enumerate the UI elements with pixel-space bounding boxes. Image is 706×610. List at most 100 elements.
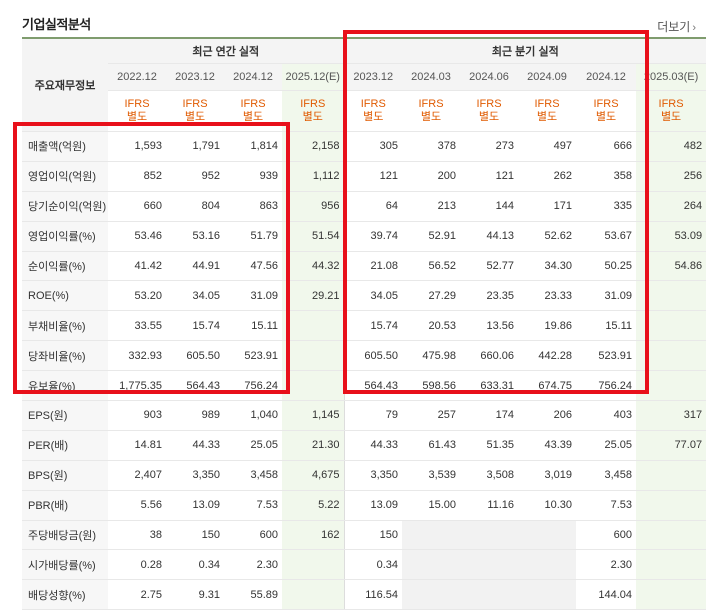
table-cell: 51.79 xyxy=(224,221,282,252)
table-cell: 77.07 xyxy=(636,430,706,461)
table-cell: 5.22 xyxy=(282,490,345,521)
table-row: 당좌비율(%) 332.93 605.50 523.91 605.50 475.98 660… xyxy=(22,340,706,372)
table-cell: 317 xyxy=(636,400,706,431)
table-cell: 3,350 xyxy=(166,460,224,491)
table-cell: 863 xyxy=(224,191,282,222)
row-label: 시가배당률(%) xyxy=(22,549,108,581)
table-cell: 3,019 xyxy=(518,460,577,491)
table-cell: 34.05 xyxy=(343,280,403,312)
table-cell: 39.74 xyxy=(343,221,403,252)
table-cell: 206 xyxy=(518,400,577,431)
table-cell xyxy=(460,520,519,551)
table-cell: 61.43 xyxy=(402,430,461,461)
row-label: 영업이익률(%) xyxy=(22,221,108,252)
table-cell: 44.13 xyxy=(460,221,519,252)
table-cell: 0.34 xyxy=(343,549,403,581)
basis-label: 별도 xyxy=(242,111,264,123)
table-cell: 79 xyxy=(343,400,403,431)
basis-label: 별도 xyxy=(302,111,323,123)
ifrs-basis-header: IFRS 별도 xyxy=(636,90,706,132)
table-cell: 3,350 xyxy=(343,460,403,491)
table-cell: 1,775.35 xyxy=(108,370,166,402)
table-cell: 20.53 xyxy=(402,310,461,342)
table-cell: 53.46 xyxy=(108,221,166,252)
table-cell: 53.16 xyxy=(166,221,224,252)
table-cell: 53.67 xyxy=(576,221,637,252)
table-cell: 11.16 xyxy=(460,490,519,521)
row-label: 배당성향(%) xyxy=(22,579,108,610)
row-label: 영업이익(억원) xyxy=(22,161,108,192)
ifrs-basis-header: IFRS 별도 xyxy=(518,90,577,132)
row-label: BPS(원) xyxy=(22,460,108,491)
table-cell: 989 xyxy=(166,400,224,431)
row-label: PER(배) xyxy=(22,430,108,461)
table-cell: 19.86 xyxy=(518,310,577,342)
table-cell: 403 xyxy=(576,400,637,431)
table-cell: 600 xyxy=(576,520,637,551)
basis-label: 별도 xyxy=(660,111,682,123)
table-cell: 256 xyxy=(636,161,706,192)
table-cell: 660 xyxy=(108,191,166,222)
ifrs-basis-header: IFRS 별도 xyxy=(166,90,224,132)
ifrs-label: IFRS xyxy=(182,98,208,110)
table-cell: 1,040 xyxy=(224,400,282,431)
table-cell xyxy=(402,549,461,581)
table-cell: 3,508 xyxy=(460,460,519,491)
ifrs-basis-header: IFRS 별도 xyxy=(576,90,637,132)
table-cell: 121 xyxy=(460,161,519,192)
table-cell: 332.93 xyxy=(108,340,166,372)
table-row: 주당배당금(원) 38 150 600 162 150 600 xyxy=(22,520,706,551)
table-cell: 53.09 xyxy=(636,221,706,252)
ifrs-basis-header: IFRS 별도 xyxy=(402,90,461,132)
table-cell: 15.74 xyxy=(166,310,224,342)
table-cell: 13.09 xyxy=(343,490,403,521)
table-cell: 44.33 xyxy=(166,430,224,461)
table-cell xyxy=(282,579,345,610)
table-row: 매출액(억원) 1,593 1,791 1,814 2,158 305 378 273 497 6… xyxy=(22,131,706,162)
table-cell: 952 xyxy=(166,161,224,192)
quarter-group-header: 최근 분기 실적 xyxy=(343,37,706,64)
table-row: 배당성향(%) 2.75 9.31 55.89 116.54 144.04 xyxy=(22,579,706,610)
table-cell: 1,112 xyxy=(282,161,345,192)
table-cell xyxy=(282,310,345,342)
table-cell: 21.08 xyxy=(343,251,403,282)
table-cell: 54.86 xyxy=(636,251,706,282)
table-row: 부채비율(%) 33.55 15.74 15.11 15.74 20.53 13.56 19.… xyxy=(22,310,706,342)
table-cell xyxy=(460,579,519,610)
table-cell: 939 xyxy=(224,161,282,192)
table-cell: 43.39 xyxy=(518,430,577,461)
table-cell: 5.56 xyxy=(108,490,166,521)
table-cell xyxy=(518,520,577,551)
table-cell: 150 xyxy=(343,520,403,551)
table-cell xyxy=(636,340,706,372)
table-cell: 31.09 xyxy=(224,280,282,312)
table-row: 시가배당률(%) 0.28 0.34 2.30 0.34 2.30 xyxy=(22,549,706,581)
financial-table: 주요재무정보 최근 연간 실적 최근 분기 실적 2022.12 2023.12 2… xyxy=(22,37,706,610)
table-cell: 50.25 xyxy=(576,251,637,282)
table-cell: 598.56 xyxy=(402,370,461,402)
table-cell: 0.28 xyxy=(108,549,166,581)
table-cell xyxy=(460,549,519,581)
table-cell: 335 xyxy=(576,191,637,222)
period-header: 2022.12 xyxy=(108,63,166,91)
row-label: ROE(%) xyxy=(22,280,108,312)
table-cell: 116.54 xyxy=(343,579,403,610)
table-cell: 9.31 xyxy=(166,579,224,610)
table-cell: 4,675 xyxy=(282,460,345,491)
ifrs-basis-header: IFRS 별도 xyxy=(224,90,282,132)
basis-label: 별도 xyxy=(184,111,206,123)
section-title: 기업실적분석 xyxy=(22,17,91,32)
table-cell xyxy=(636,520,706,551)
period-header: 2024.03 xyxy=(402,63,461,91)
table-cell: 171 xyxy=(518,191,577,222)
table-cell: 3,458 xyxy=(224,460,282,491)
table-cell: 3,539 xyxy=(402,460,461,491)
period-header: 2024.06 xyxy=(460,63,519,91)
table-cell: 497 xyxy=(518,131,577,162)
table-cell: 31.09 xyxy=(576,280,637,312)
table-cell: 64 xyxy=(343,191,403,222)
more-link[interactable]: 더보기 › xyxy=(657,18,696,35)
basis-label: 별도 xyxy=(126,111,148,123)
table-cell: 1,593 xyxy=(108,131,166,162)
table-cell: 2,158 xyxy=(282,131,345,162)
